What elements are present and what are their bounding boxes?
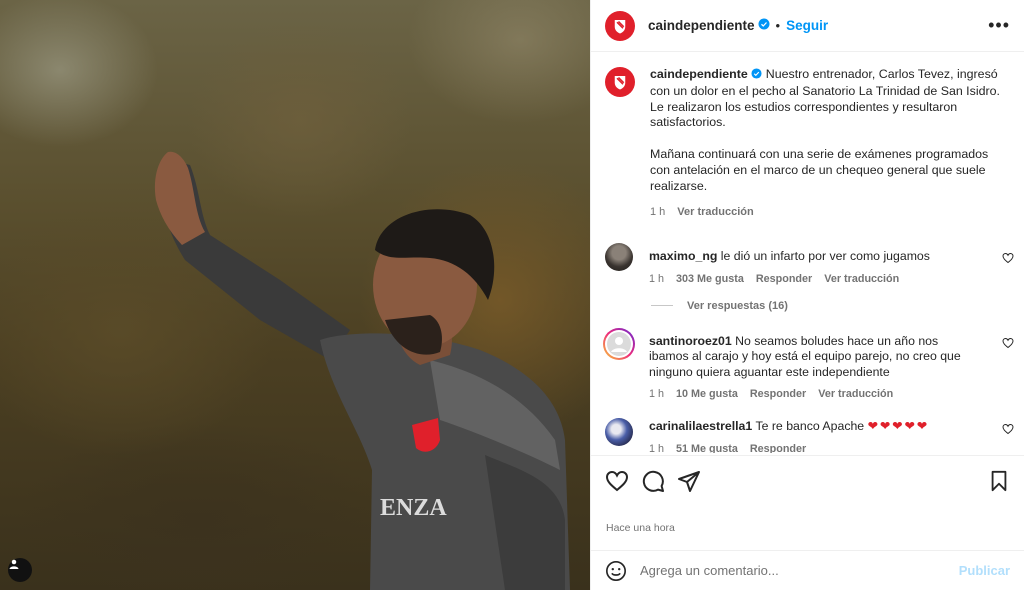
replies-divider — [651, 305, 673, 307]
share-icon[interactable] — [677, 469, 701, 493]
user-icon — [607, 331, 631, 356]
comment-item: santinoroez01 No seamos boludes hace un … — [591, 328, 1024, 401]
comment-likes[interactable]: 10 Me gusta — [676, 388, 738, 400]
view-replies-label: Ver respuestas (16) — [687, 299, 788, 312]
caption-username[interactable]: caindependiente — [650, 67, 748, 81]
heart-icon[interactable] — [1002, 422, 1014, 440]
view-replies-button[interactable]: Ver respuestas (16) — [651, 300, 1024, 312]
heart-icon[interactable] — [1002, 251, 1014, 269]
comment-composer: Publicar — [591, 550, 1024, 590]
caption-translate-link[interactable]: Ver traducción — [677, 205, 753, 221]
caption-time: 1 h — [650, 206, 666, 219]
header-separator: • — [775, 18, 781, 33]
independiente-logo-icon[interactable] — [605, 10, 635, 41]
post-image[interactable]: ENZA — [0, 0, 590, 590]
comment-time: 1 h — [649, 272, 665, 285]
action-bar — [591, 455, 1024, 505]
commenter-avatar[interactable] — [605, 418, 633, 447]
header-username[interactable]: caindependiente — [648, 18, 755, 33]
post-time-ago: Hace una hora — [606, 522, 675, 534]
post-panel: caindependiente • Seguir ••• caindependi… — [590, 0, 1024, 590]
comment-item: carinalilaestrella1 Te re banco Apache ❤… — [591, 418, 1024, 453]
comment-text: le dió un infarto por ver como jugamos — [720, 249, 930, 264]
comment-likes[interactable]: 51 Me gusta — [676, 443, 738, 453]
caption: caindependiente Nuestro entrenador, Carlo… — [591, 53, 1024, 221]
comment-username[interactable]: maximo_ng — [649, 249, 717, 263]
comment-username[interactable]: carinalilaestrella1 — [649, 419, 752, 433]
comment-time: 1 h — [649, 388, 665, 401]
commenter-avatar[interactable] — [605, 243, 633, 272]
user-tag-icon[interactable] — [8, 558, 32, 582]
post-header: caindependiente • Seguir ••• — [591, 0, 1024, 52]
more-icon[interactable]: ••• — [988, 15, 1010, 36]
reply-button[interactable]: Responder — [750, 388, 806, 400]
comment-likes[interactable]: 303 Me gusta — [676, 273, 744, 285]
comment-username[interactable]: santinoroez01 — [649, 334, 732, 348]
reply-button[interactable]: Responder — [756, 273, 812, 285]
post-image-illustration: ENZA — [154, 151, 570, 590]
comment-time: 1 h — [649, 442, 665, 453]
caption-paragraph-2: Mañana continuará con una serie de exáme… — [650, 146, 989, 193]
heart-icon[interactable] — [605, 469, 629, 493]
hearts-emoji: ❤❤❤❤❤ — [867, 419, 930, 434]
comment-text: Te re banco Apache — [755, 419, 865, 434]
verified-icon — [751, 68, 762, 84]
commenter-avatar[interactable] — [603, 328, 635, 360]
translate-link[interactable]: Ver traducción — [824, 273, 899, 285]
reply-button[interactable]: Responder — [750, 443, 806, 453]
independiente-logo-icon[interactable] — [605, 67, 635, 97]
publish-button[interactable]: Publicar — [959, 563, 1010, 578]
verified-icon — [758, 17, 770, 35]
emoji-icon[interactable] — [605, 560, 627, 582]
comments-scroll[interactable]: caindependiente Nuestro entrenador, Carlo… — [591, 53, 1024, 453]
heart-icon[interactable] — [1002, 336, 1014, 354]
bookmark-icon[interactable] — [988, 470, 1010, 492]
caption-paragraph-1: caindependiente Nuestro entrenador, Carlo… — [650, 67, 1010, 131]
follow-button[interactable]: Seguir — [786, 18, 828, 33]
comment-item: maximo_ng le dió un infarto por ver como… — [591, 243, 1024, 285]
comment-input[interactable] — [640, 563, 959, 578]
translate-link[interactable]: Ver traducción — [818, 388, 893, 400]
svg-text:ENZA: ENZA — [380, 495, 447, 521]
comment-icon[interactable] — [641, 469, 665, 493]
